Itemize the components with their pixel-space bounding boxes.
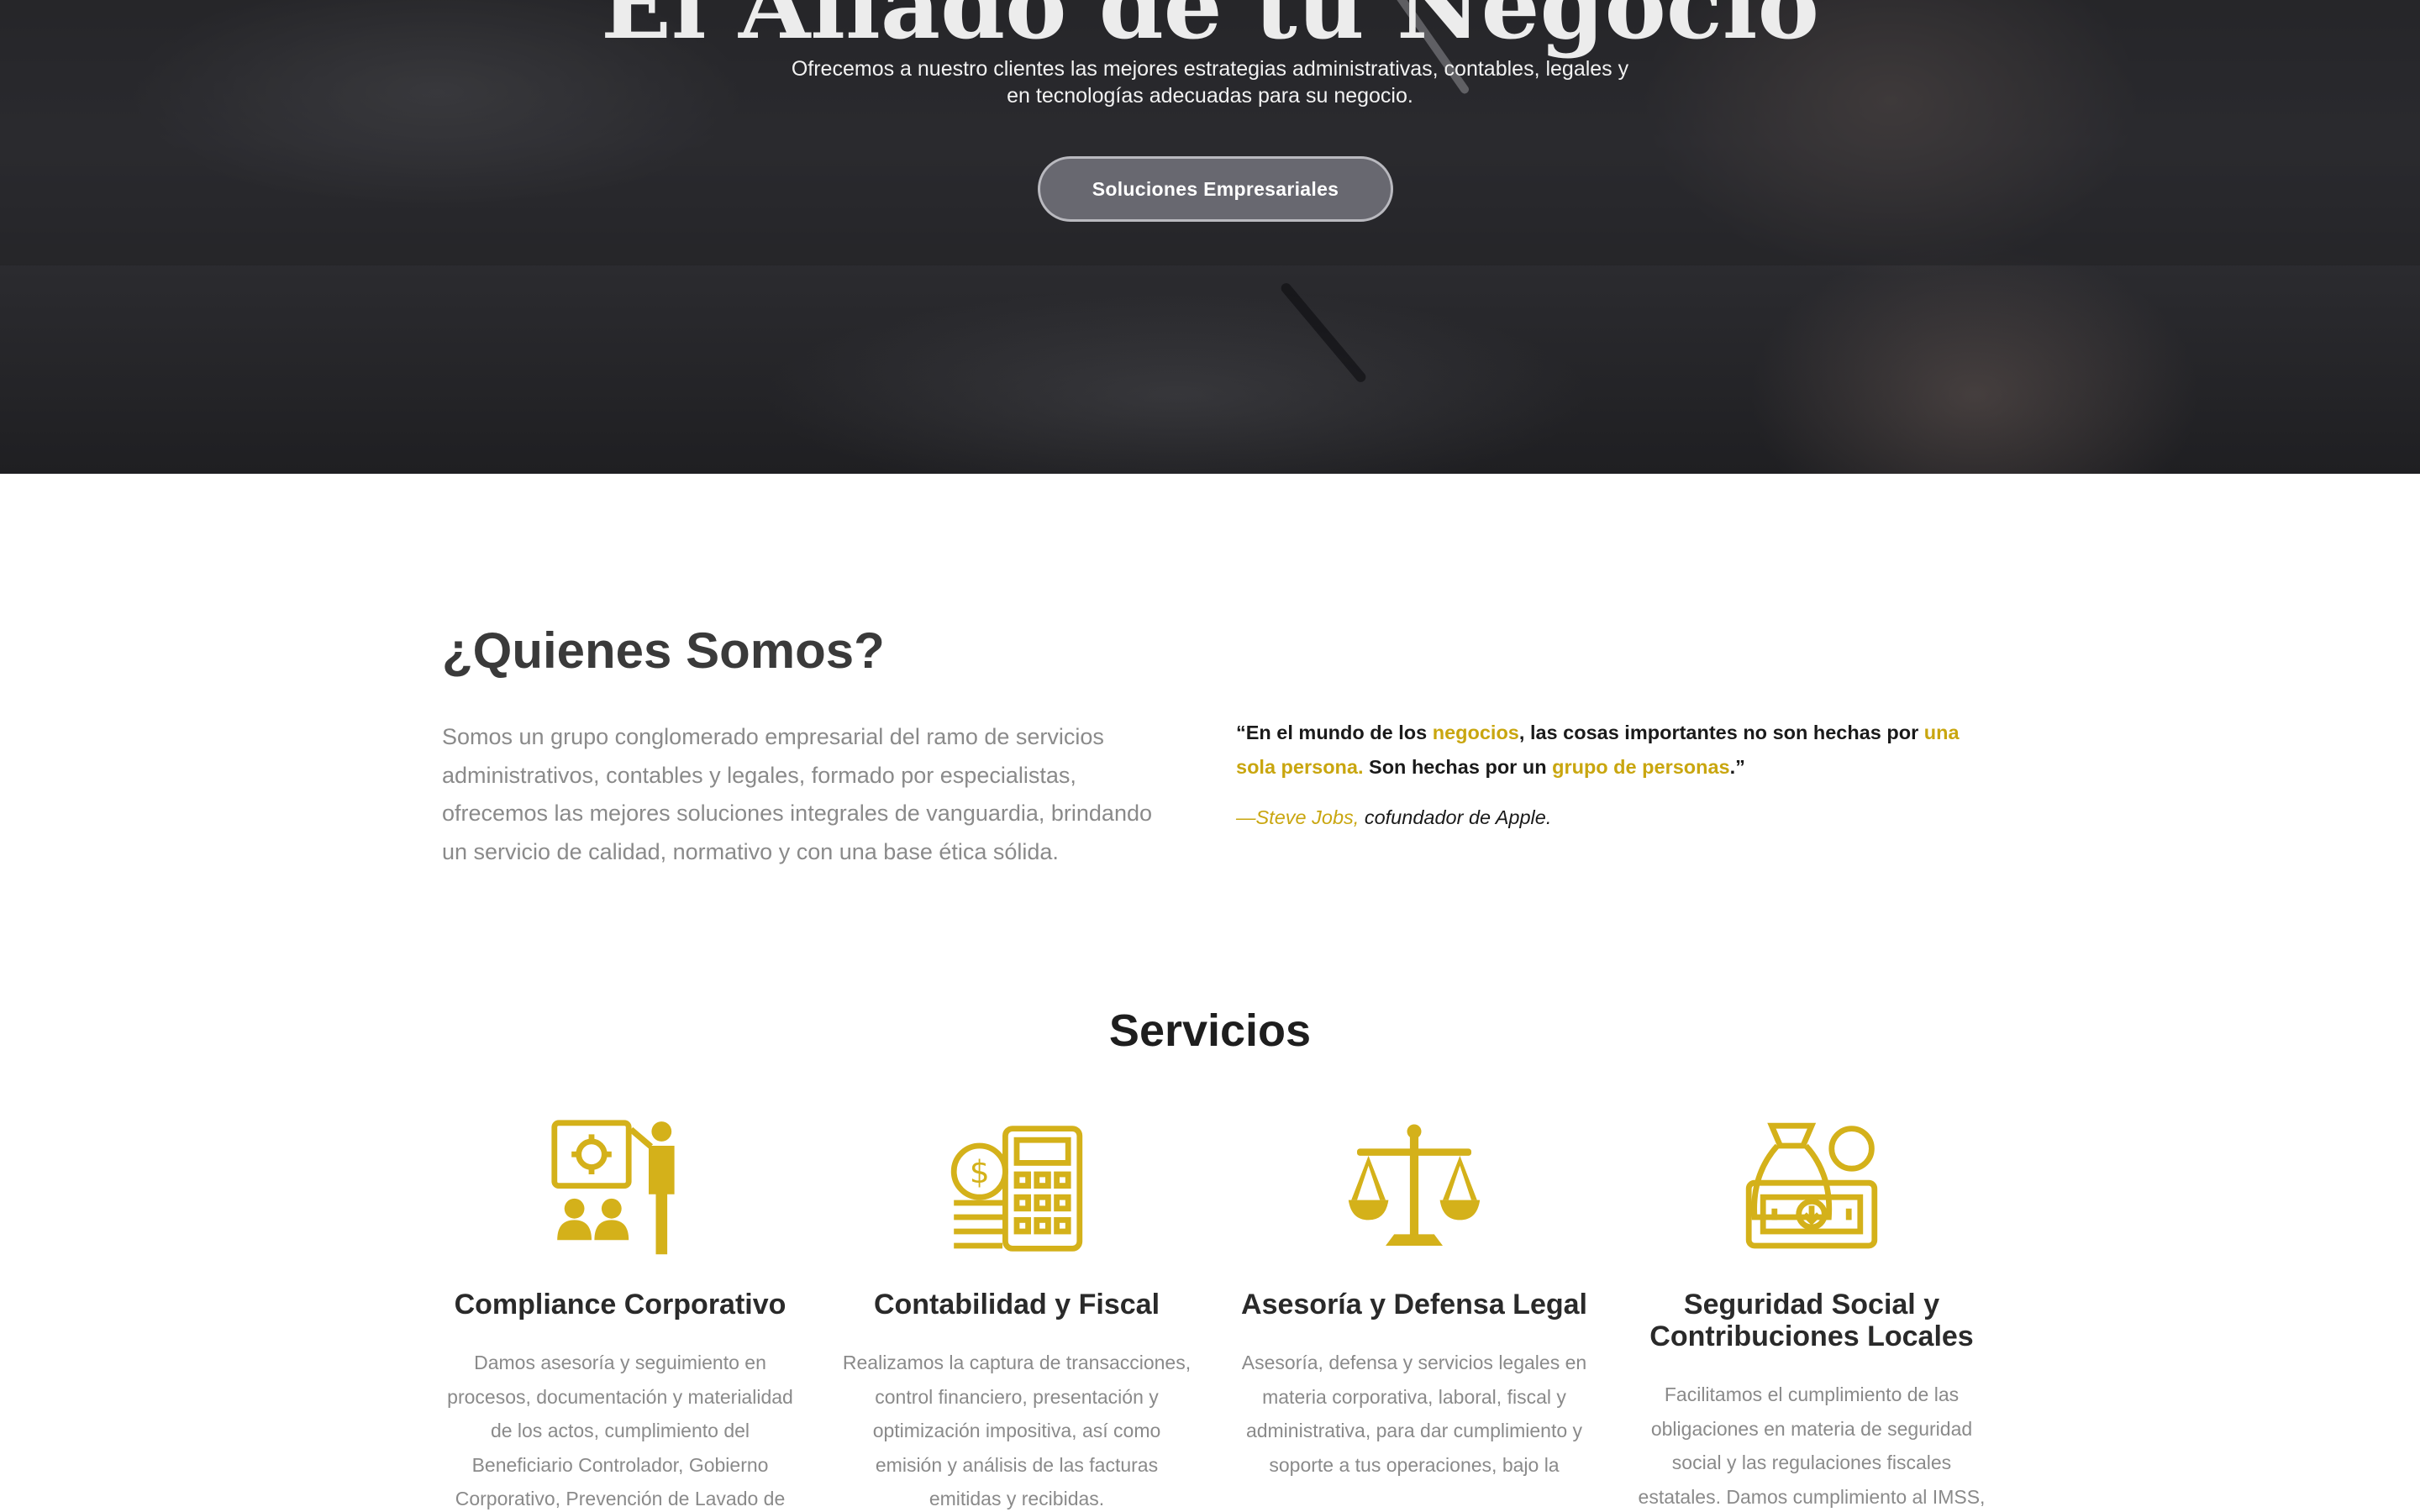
- service-title: Contabilidad y Fiscal: [873, 1289, 1160, 1320]
- hero-title: El Aliado de tu Negocio: [601, 0, 1819, 60]
- hero-background-pen-shadow: [1279, 281, 1368, 385]
- quote-highlight-grupo-de-personas: grupo de personas: [1552, 756, 1730, 778]
- services-title: Servicios: [1108, 1005, 1312, 1056]
- service-card-seguridad-social: Seguridad Social y Contribuciones Locale…: [1631, 1117, 1992, 1512]
- quote-highlight-negocios: negocios: [1432, 722, 1519, 743]
- steve-jobs-quote: “En el mundo de los negocios, las cosas …: [1236, 716, 1992, 785]
- money-bag-icon: [1745, 1122, 1878, 1249]
- quote-text: , las cosas importantes no son hechas po…: [1518, 722, 1924, 743]
- service-card-compliance: Compliance Corporativo Damos asesoría y …: [439, 1117, 801, 1512]
- calculator-coins-icon: $: [950, 1126, 1083, 1252]
- quote-author-role: cofundador de Apple.: [1359, 806, 1552, 828]
- soluciones-empresariales-button[interactable]: Soluciones Empresariales: [1038, 156, 1393, 222]
- service-description: Facilitamos el cumplimiento de las oblig…: [1638, 1383, 1986, 1508]
- service-description: Realizamos la captura de transacciones, …: [842, 1352, 1192, 1509]
- presentation-team-icon: [551, 1120, 675, 1255]
- quote-text: “En el mundo de los: [1236, 722, 1433, 743]
- quote-citation: —Steve Jobs, cofundador de Apple.: [1236, 806, 1551, 829]
- svg-text:$: $: [970, 1153, 990, 1190]
- hero-section: El Aliado de tu Negocio Ofrecemos a nues…: [0, 0, 2420, 474]
- service-card-legal: Asesoría y Defensa Legal Asesoría, defen…: [1234, 1117, 1595, 1482]
- service-card-contabilidad: $ Contabilidad y Fiscal Realizamos la ca…: [836, 1117, 1197, 1512]
- quote-text: Son hechas por un: [1363, 756, 1553, 778]
- service-description: Damos asesoría y seguimiento en procesos…: [447, 1352, 793, 1509]
- service-title: Seguridad Social y Contribuciones Locale…: [1649, 1289, 1974, 1352]
- about-title: ¿Quienes Somos?: [442, 622, 885, 679]
- quote-text: .”: [1729, 756, 1745, 778]
- scales-of-justice-icon: [1348, 1124, 1481, 1246]
- service-title: Asesoría y Defensa Legal: [1241, 1289, 1587, 1320]
- about-description: Somos un grupo conglomerado empresarial …: [442, 724, 1152, 864]
- service-title: Compliance Corporativo: [454, 1289, 786, 1320]
- quote-author: —Steve Jobs,: [1236, 806, 1360, 828]
- hero-subtitle: Ofrecemos a nuestro clientes las mejores…: [791, 57, 1629, 108]
- service-description: Asesoría, defensa y servicios legales en…: [1241, 1352, 1587, 1476]
